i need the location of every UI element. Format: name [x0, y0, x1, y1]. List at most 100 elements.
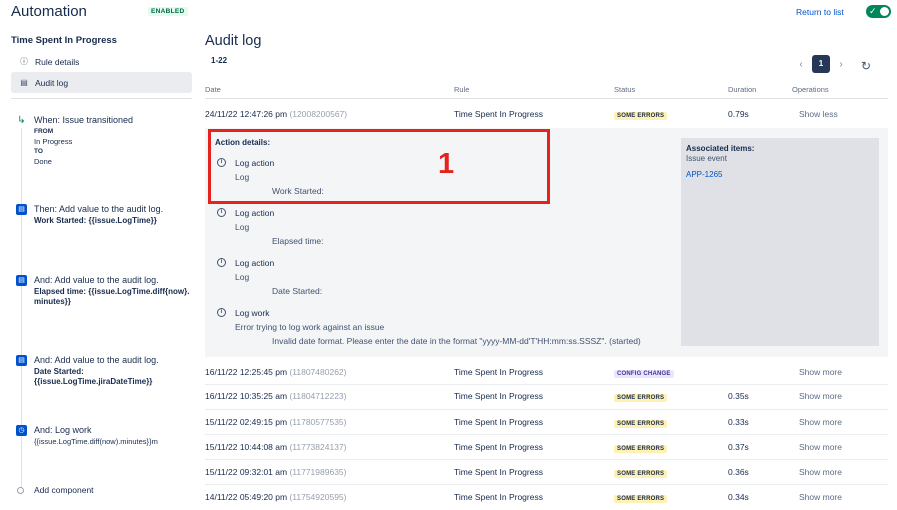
add-component-button[interactable]: Add component — [17, 485, 94, 495]
table-row: 15/11/22 09:32:01 am (11771989635) Time … — [205, 460, 888, 484]
entry-title: Log work — [235, 308, 270, 318]
row-rule: Time Spent In Progress — [454, 417, 543, 427]
check-icon: ✓ — [869, 6, 877, 16]
entry-message: Invalid date format. Please enter the da… — [272, 336, 641, 346]
row-id: (11754920595) — [289, 492, 347, 502]
result-range: 1-22 — [211, 56, 228, 65]
entry-subtitle: Error trying to log work against an issu… — [235, 322, 385, 332]
row-date: 24/11/22 12:47:26 pm (12008200567) — [205, 109, 348, 119]
status-badge: SOME ERRORS — [614, 445, 668, 453]
row-rule: Time Spent In Progress — [454, 109, 543, 119]
table-row: 15/11/22 10:44:08 am (11773824137) Time … — [205, 435, 888, 459]
column-header-date: Date — [205, 85, 221, 94]
component-action-1[interactable]: ▤ Then: Add value to the audit log. Work… — [16, 204, 196, 226]
nav-audit-log[interactable]: ▤ Audit log — [11, 72, 192, 93]
page-title: Audit log — [205, 33, 262, 49]
table-row: 14/11/22 05:49:20 pm (11754920595) Time … — [205, 485, 888, 509]
row-date: 16/11/22 10:35:25 am (11804712223) — [205, 391, 347, 401]
toggle-knob — [880, 7, 889, 16]
audit-log-icon: ▤ — [16, 275, 27, 286]
next-page-icon[interactable]: › — [836, 59, 846, 70]
component-action-3[interactable]: ▤ And: Add value to the audit log. Date … — [16, 355, 196, 387]
component-title: And: Log work — [34, 425, 92, 435]
entry-subtitle: Log — [235, 272, 250, 282]
from-label: FROM — [34, 127, 54, 135]
issue-key-link[interactable]: APP-1265 — [686, 170, 722, 179]
row-rule: Time Spent In Progress — [454, 492, 543, 502]
component-detail: {{issue.LogTime.diff(now).minutes}}m — [34, 436, 158, 446]
component-detail: Elapsed time: {{issue.LogTime.diff{now}.… — [34, 286, 190, 306]
row-id: (11771989635) — [289, 467, 347, 477]
rule-name: Time Spent In Progress — [11, 35, 117, 46]
component-title: And: Add value to the audit log. — [34, 355, 159, 365]
prev-page-icon[interactable]: ‹ — [796, 59, 806, 70]
refresh-icon[interactable]: ↻ — [861, 59, 871, 73]
from-value: In Progress — [34, 136, 73, 146]
component-trigger[interactable]: ↳ When: Issue transitioned FROM In Progr… — [16, 115, 196, 167]
page-1-button[interactable]: 1 — [812, 55, 830, 73]
component-title: And: Add value to the audit log. — [34, 275, 159, 285]
show-more-link[interactable]: Show more — [799, 417, 842, 427]
row-duration: 0.79s — [728, 109, 749, 119]
row-duration: 0.36s — [728, 467, 749, 477]
associated-items-panel: Associated items: Issue event APP-1265 — [681, 138, 879, 346]
audit-log-icon: ▤ — [16, 355, 27, 366]
document-icon: ▤ — [20, 78, 28, 87]
table-row: 15/11/22 02:49:15 pm (11780577535) Time … — [205, 410, 888, 434]
component-action-4[interactable]: ◷ And: Log work {{issue.LogTime.diff(now… — [16, 425, 196, 447]
row-date: 15/11/22 09:32:01 am (11771989635) — [205, 467, 347, 477]
info-icon: i — [217, 258, 226, 267]
row-date: 14/11/22 05:49:20 pm (11754920595) — [205, 492, 347, 502]
show-more-link[interactable]: Show more — [799, 467, 842, 477]
header-divider — [205, 98, 888, 99]
info-icon: i — [217, 308, 226, 317]
component-title: When: Issue transitioned — [34, 115, 134, 125]
column-header-rule: Rule — [454, 85, 470, 94]
table-row: 16/11/22 10:35:25 am (11804712223) Time … — [205, 384, 888, 408]
entry-title: Log action — [235, 208, 275, 218]
row-duration: 0.33s — [728, 417, 749, 427]
component-action-2[interactable]: ▤ And: Add value to the audit log. Elaps… — [16, 275, 196, 307]
info-icon: ⓘ — [20, 57, 28, 66]
row-duration: 0.34s — [728, 492, 749, 502]
entry-subtitle: Log — [235, 222, 250, 232]
entry-message: Elapsed time: — [272, 236, 324, 246]
show-more-link[interactable]: Show more — [799, 442, 842, 452]
row-rule: Time Spent In Progress — [454, 467, 543, 477]
return-to-list-link[interactable]: Return to list — [796, 7, 844, 17]
app-title: Automation — [11, 3, 87, 20]
rule-enabled-toggle[interactable]: ✓ — [866, 5, 891, 18]
row-rule: Time Spent In Progress — [454, 442, 543, 452]
nav-rule-details[interactable]: ⓘ Rule details — [11, 51, 192, 72]
table-row: 24/11/22 12:47:26 pm (12008200567) Time … — [205, 102, 888, 126]
to-label: TO — [34, 147, 43, 155]
add-component-label: Add component — [34, 485, 94, 495]
show-more-link[interactable]: Show more — [799, 492, 842, 502]
show-more-link[interactable]: Show more — [799, 391, 842, 401]
status-badge: SOME ERRORS — [614, 112, 668, 120]
show-more-link[interactable]: Show more — [799, 367, 842, 377]
row-date: 15/11/22 10:44:08 am (11773824137) — [205, 442, 347, 452]
row-date: 15/11/22 02:49:15 pm (11780577535) — [205, 417, 347, 427]
annotation-highlight-box — [208, 129, 550, 204]
enabled-badge: ENABLED — [148, 7, 188, 16]
annotation-number: 1 — [438, 148, 455, 180]
row-id: (11804712223) — [289, 391, 347, 401]
row-id: (11780577535) — [289, 417, 347, 427]
associated-title: Associated items: — [686, 144, 755, 153]
show-less-link[interactable]: Show less — [799, 109, 838, 119]
row-duration: 0.37s — [728, 442, 749, 452]
pagination: ‹ 1 › — [796, 55, 846, 73]
to-value: Done — [34, 156, 52, 166]
table-row: 16/11/22 12:25:45 pm (11807480262) Time … — [205, 360, 888, 384]
row-rule: Time Spent In Progress — [454, 391, 543, 401]
row-id: (11773824137) — [289, 442, 347, 452]
clock-icon: ◷ — [16, 425, 27, 436]
status-badge: SOME ERRORS — [614, 470, 668, 478]
column-header-status: Status — [614, 85, 636, 94]
info-icon: i — [217, 208, 226, 217]
row-id: (11807480262) — [289, 367, 347, 377]
add-component-dot-icon — [17, 486, 24, 494]
entry-message: Date Started: — [272, 286, 323, 296]
column-header-duration: Duration — [728, 85, 757, 94]
